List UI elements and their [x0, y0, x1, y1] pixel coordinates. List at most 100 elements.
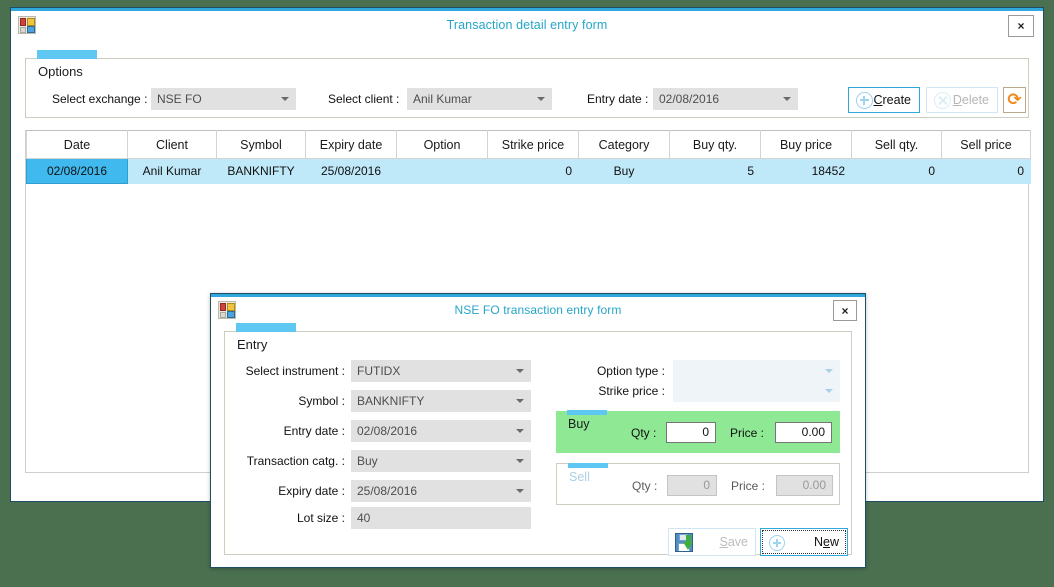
down-arrow-icon	[683, 535, 694, 551]
chevron-down-icon	[516, 489, 524, 493]
grid-col-date[interactable]: Date	[26, 130, 128, 159]
entry-date-value: 02/08/2016	[659, 92, 720, 106]
title-accent-bar	[11, 8, 1043, 11]
entry-tab-accent	[236, 323, 296, 332]
sell-qty-label: Qty :	[632, 479, 658, 493]
transaction-catg-value: Buy	[357, 454, 378, 468]
select-instrument-value: FUTIDX	[357, 364, 401, 378]
cell-symbol[interactable]: BANKNIFTY	[216, 158, 306, 184]
select-client-value: Anil Kumar	[413, 92, 472, 106]
strike-price-label: Strike price :	[598, 384, 665, 398]
new-button-label: New	[813, 535, 839, 549]
modal-titlebar: NSE FO transaction entry form ×	[211, 294, 865, 327]
refresh-icon: ⟳	[1007, 90, 1022, 110]
buy-group-title: Buy	[568, 417, 590, 431]
buy-group: Buy Qty : 0 Price : 0.00	[556, 410, 840, 453]
options-panel: Options Select exchange : NSE FO Select …	[25, 50, 1029, 118]
refresh-button[interactable]: ⟳	[1003, 87, 1026, 113]
select-client-label: Select client :	[328, 92, 400, 106]
select-exchange-value: NSE FO	[157, 92, 202, 106]
grid-col-strike-price[interactable]: Strike price	[487, 130, 579, 159]
grid-col-client[interactable]: Client	[127, 130, 217, 159]
grid-col-sell-qty[interactable]: Sell qty.	[851, 130, 942, 159]
chevron-down-icon	[537, 97, 545, 101]
cell-option[interactable]	[396, 158, 488, 184]
grid-col-category[interactable]: Category	[578, 130, 670, 159]
transaction-catg-dropdown[interactable]: Buy	[351, 450, 531, 472]
entry-panel-label: Entry	[237, 337, 268, 352]
cell-buy-qty[interactable]: 5	[669, 158, 761, 184]
sell-price-input: 0.00	[776, 475, 833, 496]
chevron-down-icon	[783, 97, 791, 101]
cell-strike-price[interactable]: 0	[487, 158, 579, 184]
options-tab-accent	[37, 50, 97, 59]
modal-entry-date-dropdown[interactable]: 02/08/2016	[351, 420, 531, 442]
grid-col-option[interactable]: Option	[396, 130, 488, 159]
select-exchange-label: Select exchange :	[52, 92, 148, 106]
entry-date-dropdown[interactable]: 02/08/2016	[653, 88, 798, 110]
plus-circle-icon	[856, 92, 873, 109]
entry-date-label: Entry date :	[587, 92, 649, 106]
main-window-title: Transaction detail entry form	[446, 18, 608, 32]
modal-entry-date-value: 02/08/2016	[357, 424, 418, 438]
symbol-value: BANKNIFTY	[357, 394, 425, 408]
grid-col-sell-price[interactable]: Sell price	[941, 130, 1031, 159]
modal-title-accent-bar	[211, 294, 865, 297]
modal-close-button[interactable]: ×	[833, 300, 857, 321]
symbol-label: Symbol :	[298, 394, 345, 408]
buy-qty-input[interactable]: 0	[666, 422, 716, 443]
create-button[interactable]: Create	[848, 87, 920, 113]
buy-price-input[interactable]: 0.00	[775, 422, 832, 443]
plus-circle-icon	[769, 535, 785, 551]
chevron-down-icon	[516, 369, 524, 373]
buy-qty-label: Qty :	[631, 426, 657, 440]
chevron-down-icon	[516, 429, 524, 433]
save-button-label: Save	[719, 535, 749, 549]
select-client-dropdown[interactable]: Anil Kumar	[407, 88, 552, 110]
option-type-label: Option type :	[596, 364, 665, 378]
sell-price-label: Price :	[731, 479, 766, 493]
option-type-dropdown	[673, 360, 840, 382]
main-close-button[interactable]: ×	[1008, 15, 1034, 37]
nse-fo-entry-dialog: NSE FO transaction entry form × Entry Se…	[210, 293, 866, 568]
chevron-down-icon	[825, 389, 833, 393]
delete-button: Delete	[926, 87, 998, 113]
cell-date[interactable]: 02/08/2016	[26, 158, 128, 184]
modal-entry-date-label: Entry date :	[283, 424, 345, 438]
entry-panel: Entry Select instrument : FUTIDX Symbol …	[224, 323, 852, 555]
create-button-label: Create	[873, 93, 911, 107]
cell-client[interactable]: Anil Kumar	[127, 158, 217, 184]
modal-title: NSE FO transaction entry form	[454, 303, 622, 317]
grid-col-buy-qty[interactable]: Buy qty.	[669, 130, 761, 159]
grid-col-symbol[interactable]: Symbol	[216, 130, 306, 159]
lot-size-field[interactable]: 40	[351, 507, 531, 529]
cell-sell-price[interactable]: 0	[941, 158, 1031, 184]
select-instrument-label: Select instrument :	[245, 364, 345, 378]
cell-expiry-date[interactable]: 25/08/2016	[305, 158, 397, 184]
modal-expiry-date-dropdown[interactable]: 25/08/2016	[351, 480, 531, 502]
options-panel-label: Options	[38, 64, 83, 79]
cell-category[interactable]: Buy	[578, 158, 670, 184]
buy-tab-accent	[567, 410, 607, 415]
sell-tab-accent	[568, 463, 608, 468]
main-titlebar: Transaction detail entry form ×	[11, 8, 1043, 43]
table-row[interactable]: 02/08/2016 Anil Kumar BANKNIFTY 25/08/20…	[26, 158, 1031, 184]
lot-size-label: Lot size :	[296, 511, 345, 525]
delete-button-label: Delete	[952, 93, 989, 107]
sell-group-title: Sell	[569, 470, 590, 484]
cell-buy-price[interactable]: 18452	[760, 158, 852, 184]
buy-price-label: Price :	[730, 426, 765, 440]
select-exchange-dropdown[interactable]: NSE FO	[151, 88, 296, 110]
new-button[interactable]: New	[760, 528, 848, 556]
cell-sell-qty[interactable]: 0	[851, 158, 942, 184]
cross-circle-icon	[934, 92, 951, 109]
select-instrument-dropdown[interactable]: FUTIDX	[351, 360, 531, 382]
chevron-down-icon	[281, 97, 289, 101]
grid-col-buy-price[interactable]: Buy price	[760, 130, 852, 159]
grid-col-expiry-date[interactable]: Expiry date	[305, 130, 397, 159]
sell-qty-input: 0	[667, 475, 717, 496]
grid-header-row: Date Client Symbol Expiry date Option St…	[26, 130, 1031, 159]
symbol-dropdown[interactable]: BANKNIFTY	[351, 390, 531, 412]
chevron-down-icon	[516, 459, 524, 463]
save-button: Save	[668, 528, 756, 556]
